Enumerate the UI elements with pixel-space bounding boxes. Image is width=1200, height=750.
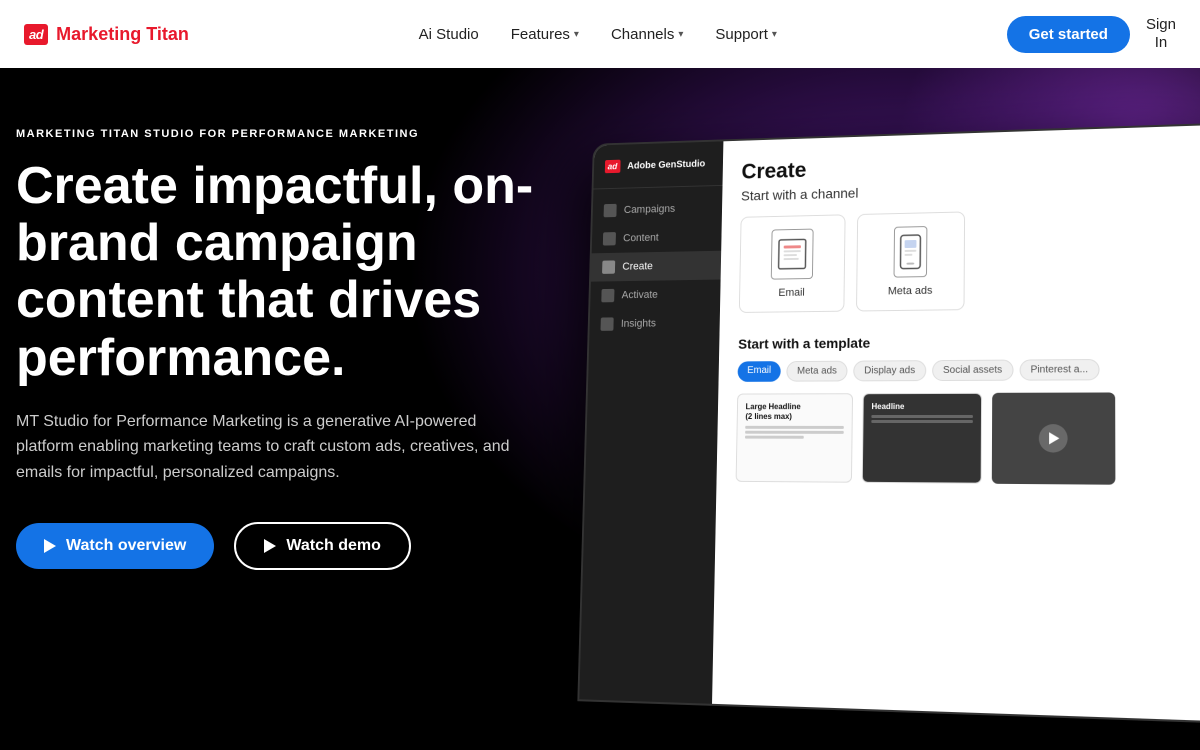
template-cards-row: Large Headline(2 lines max) Headline [736,392,1200,485]
channel-card-meta[interactable]: Meta ads [856,211,965,311]
template-line [745,426,844,429]
meta-label: Meta ads [888,285,933,297]
hero-buttons: Watch overview Watch demo [16,522,560,570]
screen-inner: ad Adobe GenStudio Campaigns Content Cre… [579,124,1200,721]
navbar: ad Marketing Titan Ai Studio Features ▾ … [0,0,1200,68]
email-svg-icon [777,235,808,272]
play-icon [44,539,56,553]
gs-main-content: Create Start with a channel [712,124,1200,721]
hero-content: MARKETING TITAN STUDIO FOR PERFORMANCE M… [0,68,560,570]
template-headline-2: Headline [871,402,973,413]
gs-sidebar: ad Adobe GenStudio Campaigns Content Cre… [579,141,723,703]
gs-start-template-title: Start with a template [738,332,1200,352]
campaigns-icon [604,204,617,217]
tab-social-assets[interactable]: Social assets [932,360,1013,381]
logo-area: ad Marketing Titan [24,24,189,45]
nav-links: Ai Studio Features ▾ Channels ▾ Support … [419,26,777,43]
gs-sidebar-header: ad Adobe GenStudio [593,156,723,189]
brand-name: Marketing Titan [56,24,189,45]
insights-icon [601,317,614,330]
template-lines-1 [745,426,844,439]
template-card-2[interactable]: Headline [862,393,982,484]
nav-features[interactable]: Features ▾ [511,26,579,43]
nav-ai-studio[interactable]: Ai Studio [419,26,479,43]
chevron-down-icon: ▾ [678,29,683,40]
template-tabs: Email Meta ads Display ads Social assets… [738,358,1200,382]
activate-icon [601,289,614,302]
sidebar-item-create[interactable]: Create [591,251,721,282]
play-triangle-icon [1049,432,1059,444]
app-mockup: ad Adobe GenStudio Campaigns Content Cre… [570,128,1200,708]
navbar-right: Get started Sign In [1007,16,1176,53]
tab-pinterest[interactable]: Pinterest a... [1019,359,1099,381]
template-line [745,431,844,434]
template-card-1[interactable]: Large Headline(2 lines max) [736,393,853,482]
tab-meta-ads[interactable]: Meta ads [786,361,847,382]
sidebar-item-content[interactable]: Content [592,222,722,253]
channel-cards-row: Email [739,205,1200,313]
meta-channel-icon [894,226,928,278]
watch-overview-button[interactable]: Watch overview [16,523,214,569]
hero-eyebrow: MARKETING TITAN STUDIO FOR PERFORMANCE M… [16,128,560,140]
chevron-down-icon: ▾ [574,29,579,40]
logo-badge: ad [24,24,48,45]
play-icon [264,539,276,553]
sign-in-link[interactable]: Sign In [1146,16,1176,52]
email-label: Email [778,287,805,299]
chevron-down-icon: ▾ [772,29,777,40]
get-started-button[interactable]: Get started [1007,16,1130,53]
template-line [871,420,973,423]
mockup-screen: ad Adobe GenStudio Campaigns Content Cre… [577,122,1200,724]
nav-channels[interactable]: Channels ▾ [611,26,683,43]
sidebar-item-activate[interactable]: Activate [590,280,721,311]
sidebar-item-campaigns[interactable]: Campaigns [592,193,722,225]
hero-headline: Create impactful, on-brand campaign cont… [16,158,560,387]
hero-section: MARKETING TITAN STUDIO FOR PERFORMANCE M… [0,68,1200,750]
template-lines-2 [871,415,973,423]
gs-app-name: Adobe GenStudio [627,158,705,171]
create-icon [602,260,615,273]
play-circle [1039,424,1068,453]
template-card-play[interactable] [992,392,1116,484]
tab-email[interactable]: Email [738,361,781,382]
channel-card-email[interactable]: Email [739,214,846,313]
tab-display-ads[interactable]: Display ads [853,360,926,381]
sidebar-item-insights[interactable]: Insights [589,308,720,338]
hero-body: MT Studio for Performance Marketing is a… [16,409,536,486]
gs-logo: ad [605,160,620,174]
content-icon [603,232,616,245]
template-headline-1: Large Headline(2 lines max) [745,402,844,423]
template-line [745,435,804,438]
email-channel-icon [771,229,814,280]
watch-demo-button[interactable]: Watch demo [234,522,411,570]
meta-svg-icon [898,233,922,271]
template-line [871,415,973,418]
nav-support[interactable]: Support ▾ [715,26,777,43]
